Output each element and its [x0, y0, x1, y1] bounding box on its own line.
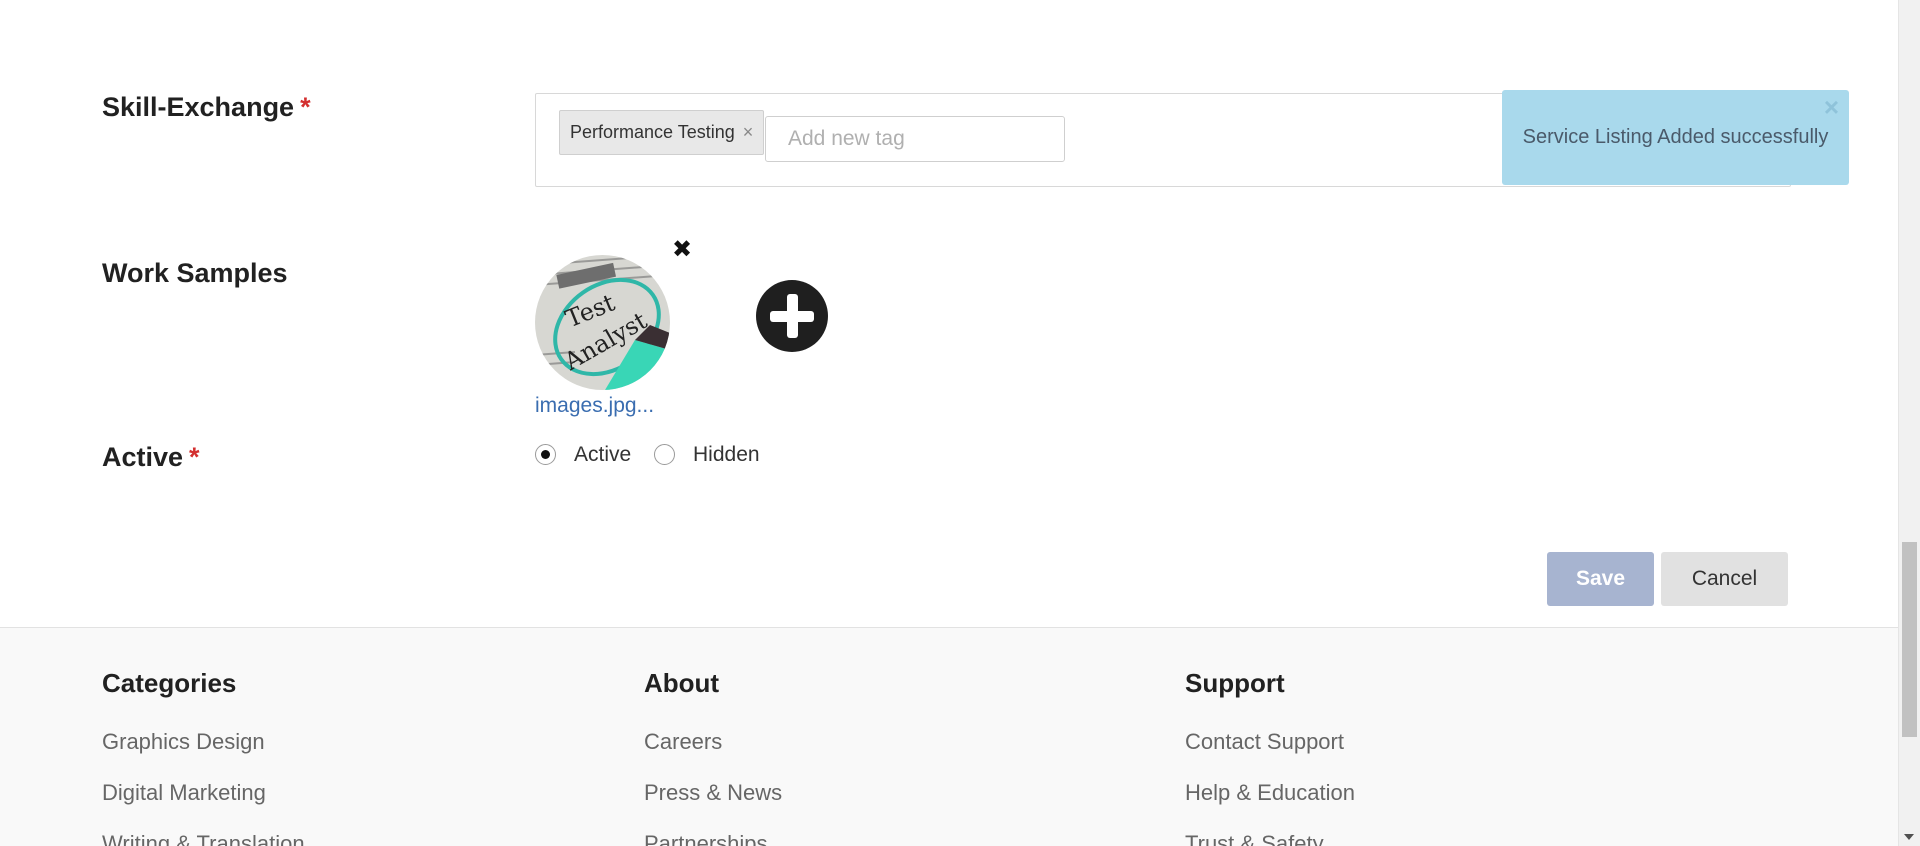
footer-column-categories: Categories Graphics Design Digital Marke… [102, 668, 305, 846]
add-tag-input[interactable] [765, 116, 1065, 162]
remove-sample-icon[interactable]: ✖ [672, 238, 692, 262]
scrollbar-thumb[interactable] [1902, 542, 1917, 737]
add-sample-plus-icon[interactable] [756, 280, 828, 352]
radio-hidden[interactable] [654, 444, 675, 465]
footer-link[interactable]: Digital Marketing [102, 780, 305, 807]
tag-label: Performance Testing [570, 122, 735, 142]
footer-link[interactable]: Help & Education [1185, 780, 1355, 807]
tag-remove-icon[interactable]: × [743, 122, 754, 143]
footer-heading: Categories [102, 668, 237, 698]
page: Skill-Exchange* Performance Testing × Se… [0, 0, 1898, 846]
active-label-text: Active [102, 442, 184, 472]
footer: Categories Graphics Design Digital Marke… [0, 627, 1898, 846]
work-sample-thumbnail[interactable]: Test Analyst [535, 255, 670, 390]
required-mark: * [189, 442, 200, 472]
footer-link[interactable]: Contact Support [1185, 729, 1355, 756]
page-scrollbar[interactable] [1898, 0, 1920, 846]
footer-column-about: About Careers Press & News Partnerships [644, 668, 782, 846]
success-toast: Service Listing Added successfully × [1502, 90, 1849, 185]
work-samples-label: Work Samples [102, 258, 288, 289]
newspaper-image-icon: Test Analyst [535, 255, 670, 390]
toast-message: Service Listing Added successfully [1522, 126, 1829, 148]
save-button[interactable]: Save [1547, 552, 1654, 606]
scroll-down-arrow-icon[interactable] [1904, 834, 1914, 840]
footer-link[interactable]: Trust & Safety [1185, 831, 1355, 846]
footer-link[interactable]: Press & News [644, 780, 782, 807]
footer-link[interactable]: Careers [644, 729, 782, 756]
radio-hidden-label[interactable]: Hidden [693, 443, 760, 467]
footer-link[interactable]: Partnerships [644, 831, 782, 846]
toast-close-icon[interactable]: × [1824, 94, 1839, 120]
work-samples-label-text: Work Samples [102, 258, 288, 288]
active-label: Active * [102, 442, 200, 473]
footer-heading: About [644, 668, 720, 698]
required-mark: * [300, 92, 311, 122]
radio-active-label[interactable]: Active [574, 443, 631, 467]
skill-exchange-label: Skill-Exchange * [102, 92, 311, 123]
footer-column-support: Support Contact Support Help & Education… [1185, 668, 1355, 846]
radio-active[interactable] [535, 444, 556, 465]
footer-heading: Support [1185, 668, 1285, 698]
sample-file-link[interactable]: images.jpg... [535, 394, 654, 418]
cancel-button[interactable]: Cancel [1661, 552, 1788, 606]
footer-link[interactable]: Graphics Design [102, 729, 305, 756]
footer-link[interactable]: Writing & Translation [102, 831, 305, 846]
skill-exchange-label-text: Skill-Exchange [102, 92, 295, 122]
tag-chip: Performance Testing × [559, 110, 765, 155]
